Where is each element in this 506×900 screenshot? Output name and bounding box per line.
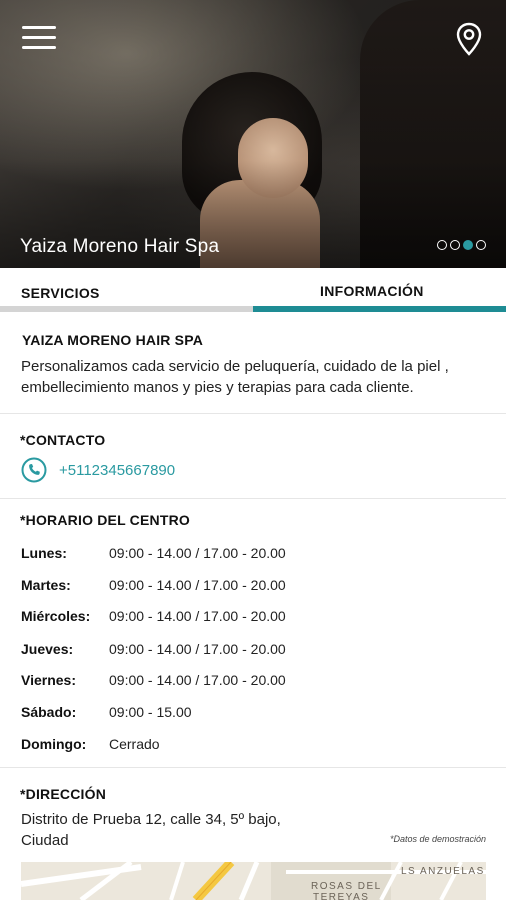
slide-dot[interactable] — [476, 240, 486, 250]
tab-servicios-label: SERVICIOS — [21, 285, 100, 301]
map-graphic: ROSAS DEL TEREYAS LS ANZUELAS — [21, 862, 486, 900]
hero-title: Yaiza Moreno Hair Spa — [20, 236, 220, 257]
slide-dot-active[interactable] — [463, 240, 473, 250]
hero-banner: Yaiza Moreno Hair Spa — [0, 0, 506, 268]
address-text: Distrito de Prueba 12, calle 34, 5º bajo… — [21, 811, 281, 849]
map-pin-icon[interactable] — [455, 22, 483, 56]
menu-line — [22, 26, 56, 29]
contact-title: *CONTACTO — [20, 432, 106, 448]
divider — [0, 498, 506, 499]
phone-icon[interactable] — [21, 457, 47, 483]
slide-dot[interactable] — [437, 240, 447, 250]
tab-indicator-inactive — [0, 306, 253, 312]
schedule-day: Domingo: — [21, 736, 87, 752]
schedule-hours: Cerrado — [109, 736, 160, 752]
slide-indicator — [437, 240, 486, 250]
phone-number-link[interactable]: +5112345667890 — [59, 462, 175, 479]
schedule-day: Viernes: — [21, 672, 76, 688]
tab-informacion-label: INFORMACIÓN — [320, 283, 424, 299]
divider — [0, 413, 506, 414]
schedule-day: Lunes: — [21, 545, 67, 561]
divider — [0, 767, 506, 768]
menu-line — [22, 46, 56, 49]
map-label: LS ANZUELAS — [401, 866, 485, 877]
schedule-hours: 09:00 - 14.00 / 17.00 - 20.00 — [109, 577, 286, 593]
schedule-day: Sábado: — [21, 704, 77, 720]
map-label: ROSAS DEL — [311, 881, 382, 892]
slide-dot[interactable] — [450, 240, 460, 250]
tab-indicator-active — [253, 306, 506, 312]
about-title: YAIZA MORENO HAIR SPA — [22, 332, 204, 348]
schedule-day: Martes: — [21, 577, 71, 593]
schedule-title: *HORARIO DEL CENTRO — [20, 512, 190, 528]
demo-data-note: *Datos de demostración — [389, 834, 486, 844]
hero-shade-overlay — [0, 0, 506, 268]
map-label: TEREYAS — [313, 892, 369, 900]
schedule-hours: 09:00 - 14.00 / 17.00 - 20.00 — [109, 608, 286, 624]
schedule-hours: 09:00 - 14.00 / 17.00 - 20.00 — [109, 641, 286, 657]
schedule-day: Jueves: — [21, 641, 74, 657]
schedule-hours: 09:00 - 14.00 / 17.00 - 20.00 — [109, 672, 286, 688]
about-description: Personalizamos cada servicio de peluquer… — [21, 358, 449, 396]
address-title: *DIRECCIÓN — [20, 786, 107, 802]
hamburger-menu-icon[interactable] — [22, 24, 58, 52]
location-map[interactable]: ROSAS DEL TEREYAS LS ANZUELAS — [21, 862, 486, 900]
schedule-hours: 09:00 - 15.00 — [109, 704, 192, 720]
menu-line — [22, 36, 56, 39]
schedule-hours: 09:00 - 14.00 / 17.00 - 20.00 — [109, 545, 286, 561]
schedule-day: Miércoles: — [21, 608, 91, 624]
